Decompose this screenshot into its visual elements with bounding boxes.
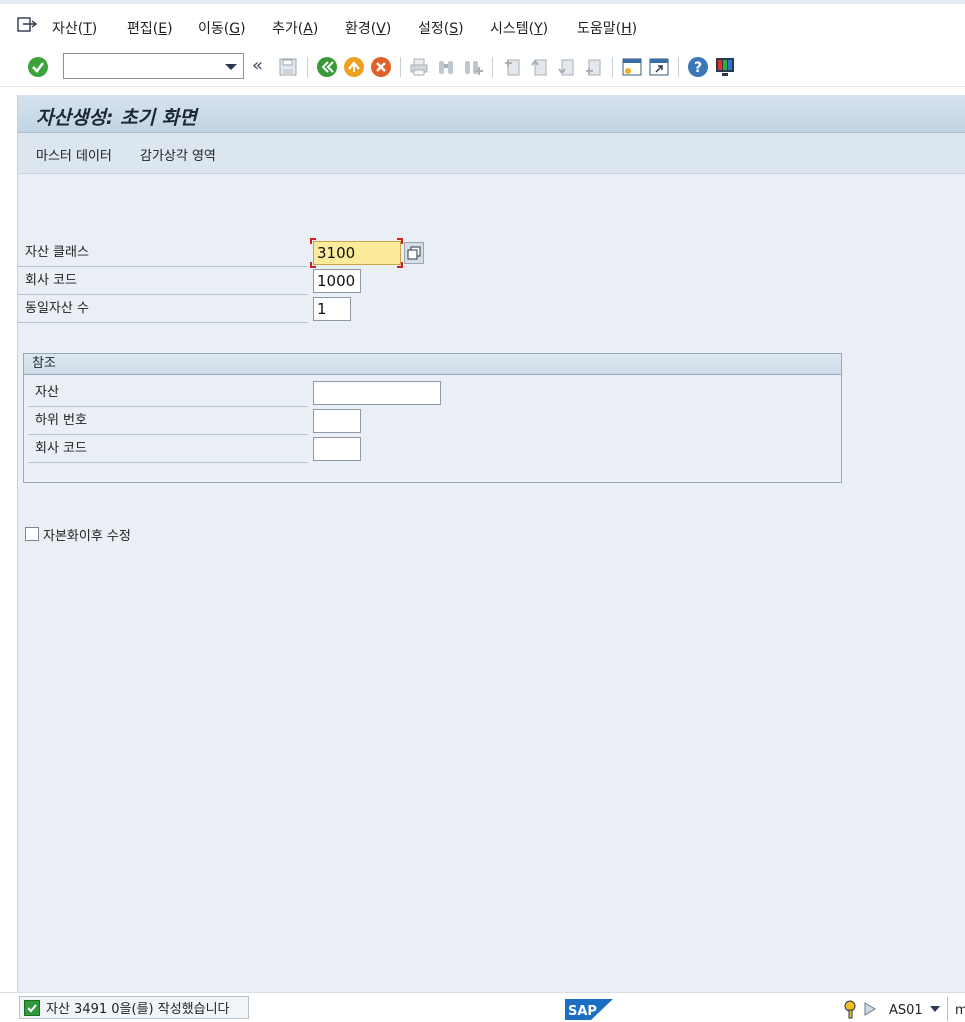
menu-edit[interactable]: 편집(E) <box>127 18 173 38</box>
back-button[interactable] <box>316 56 338 78</box>
enter-button[interactable] <box>27 56 49 78</box>
dropdown-arrow-icon[interactable] <box>225 64 237 70</box>
system-toolbar: « ? <box>0 47 965 87</box>
new-session-button[interactable] <box>621 56 643 78</box>
binoculars-icon <box>439 61 453 74</box>
menu-system[interactable]: 시스템(Y) <box>490 18 548 38</box>
reference-company-code-label: 회사 코드 <box>28 435 308 463</box>
save-button[interactable] <box>277 56 299 78</box>
asset-class-field[interactable] <box>313 241 401 265</box>
menu-environment[interactable]: 환경(V) <box>345 18 391 38</box>
save-icon <box>279 58 297 76</box>
required-marker <box>397 238 403 244</box>
cancel-icon <box>371 57 391 77</box>
exit-icon <box>344 57 364 77</box>
number-similar-assets-label: 동일자산 수 <box>18 295 308 323</box>
create-shortcut-button[interactable] <box>648 56 670 78</box>
number-similar-assets-field[interactable] <box>313 297 351 321</box>
transaction-code[interactable]: AS01 <box>889 1003 923 1018</box>
reference-company-code-field[interactable] <box>313 437 361 461</box>
history-back-icon[interactable]: « <box>252 55 263 76</box>
reference-group-title: 참조 <box>24 354 841 375</box>
status-bar: 자산 3491 0을(를) 작성했습니다 SAP AS01 m <box>0 992 965 1022</box>
back-icon <box>317 57 337 77</box>
print-button <box>408 56 430 78</box>
binoculars-plus-icon <box>465 61 483 75</box>
screen-title-bar: 자산생성: 초기 화면 <box>18 95 965 133</box>
find-next-button <box>462 56 484 78</box>
command-input[interactable] <box>64 54 214 78</box>
required-marker <box>310 238 316 244</box>
svg-text:SAP: SAP <box>568 1004 597 1019</box>
status-message[interactable]: 자산 3491 0을(를) 작성했습니다 <box>19 996 249 1019</box>
asset-class-label: 자산 클래스 <box>18 239 308 267</box>
reference-subnumber-field[interactable] <box>313 409 361 433</box>
menu-asset[interactable]: 자산(T) <box>52 18 97 38</box>
value-help-icon <box>407 246 421 260</box>
expand-status-icon[interactable] <box>864 1002 876 1016</box>
post-capitalization-label: 자본화이후 수정 <box>43 529 131 544</box>
application-toolbar: 마스터 데이터 감가상각 영역 <box>18 133 965 174</box>
checkmark-icon <box>28 57 48 77</box>
new-session-icon <box>622 58 642 76</box>
first-page-button <box>501 56 523 78</box>
post-capitalization-checkbox[interactable] <box>25 527 39 541</box>
menu-help[interactable]: 도움말(H) <box>577 18 637 38</box>
last-page-icon <box>586 59 601 76</box>
help-button[interactable]: ? <box>687 56 709 78</box>
customize-layout-button[interactable] <box>714 56 736 78</box>
reference-asset-label: 자산 <box>28 379 308 407</box>
help-icon: ? <box>688 57 708 77</box>
server-info: m <box>955 1003 965 1018</box>
page-title: 자산생성: 초기 화면 <box>36 107 197 129</box>
menu-settings[interactable]: 설정(S) <box>418 18 464 38</box>
reference-group: 참조 자산 하위 번호 회사 코드 <box>23 353 842 483</box>
exit-button[interactable] <box>343 56 365 78</box>
svg-text:?: ? <box>694 60 702 76</box>
sap-logo: SAP <box>565 999 613 1020</box>
value-help-button[interactable] <box>404 242 424 264</box>
next-page-icon <box>558 59 574 76</box>
menu-bar: 자산(T) 편집(E) 이동(G) 추가(A) 환경(V) 설정(S) 시스템(… <box>0 0 965 47</box>
first-page-icon <box>505 59 520 76</box>
shortcut-icon <box>649 58 669 76</box>
success-icon <box>24 999 40 1016</box>
required-marker <box>397 262 403 268</box>
menu-extras[interactable]: 추가(A) <box>272 18 318 38</box>
status-text: 자산 3491 0을(를) 작성했습니다 <box>46 1002 230 1017</box>
cancel-button[interactable] <box>370 56 392 78</box>
reference-asset-field[interactable] <box>313 381 441 405</box>
menu-goto[interactable]: 이동(G) <box>198 18 246 38</box>
depreciation-areas-button[interactable]: 감가상각 영역 <box>140 145 216 164</box>
screen-area: 자산생성: 초기 화면 마스터 데이터 감가상각 영역 자산 클래스 회사 코드… <box>17 95 965 992</box>
last-page-button <box>582 56 604 78</box>
next-page-button <box>555 56 577 78</box>
print-icon <box>410 58 428 76</box>
menu-exit-icon[interactable] <box>16 16 38 34</box>
prev-page-button <box>528 56 550 78</box>
company-code-label: 회사 코드 <box>18 267 308 295</box>
company-code-field[interactable] <box>313 269 361 293</box>
master-data-button[interactable]: 마스터 데이터 <box>36 145 112 164</box>
reference-subnumber-label: 하위 번호 <box>28 407 308 435</box>
system-dropdown-icon[interactable] <box>930 1006 940 1012</box>
prev-page-icon <box>531 59 547 76</box>
required-marker <box>310 262 316 268</box>
monitor-icon <box>716 58 734 76</box>
key-icon[interactable] <box>842 999 862 1019</box>
command-field[interactable] <box>63 53 244 79</box>
find-button <box>435 56 457 78</box>
